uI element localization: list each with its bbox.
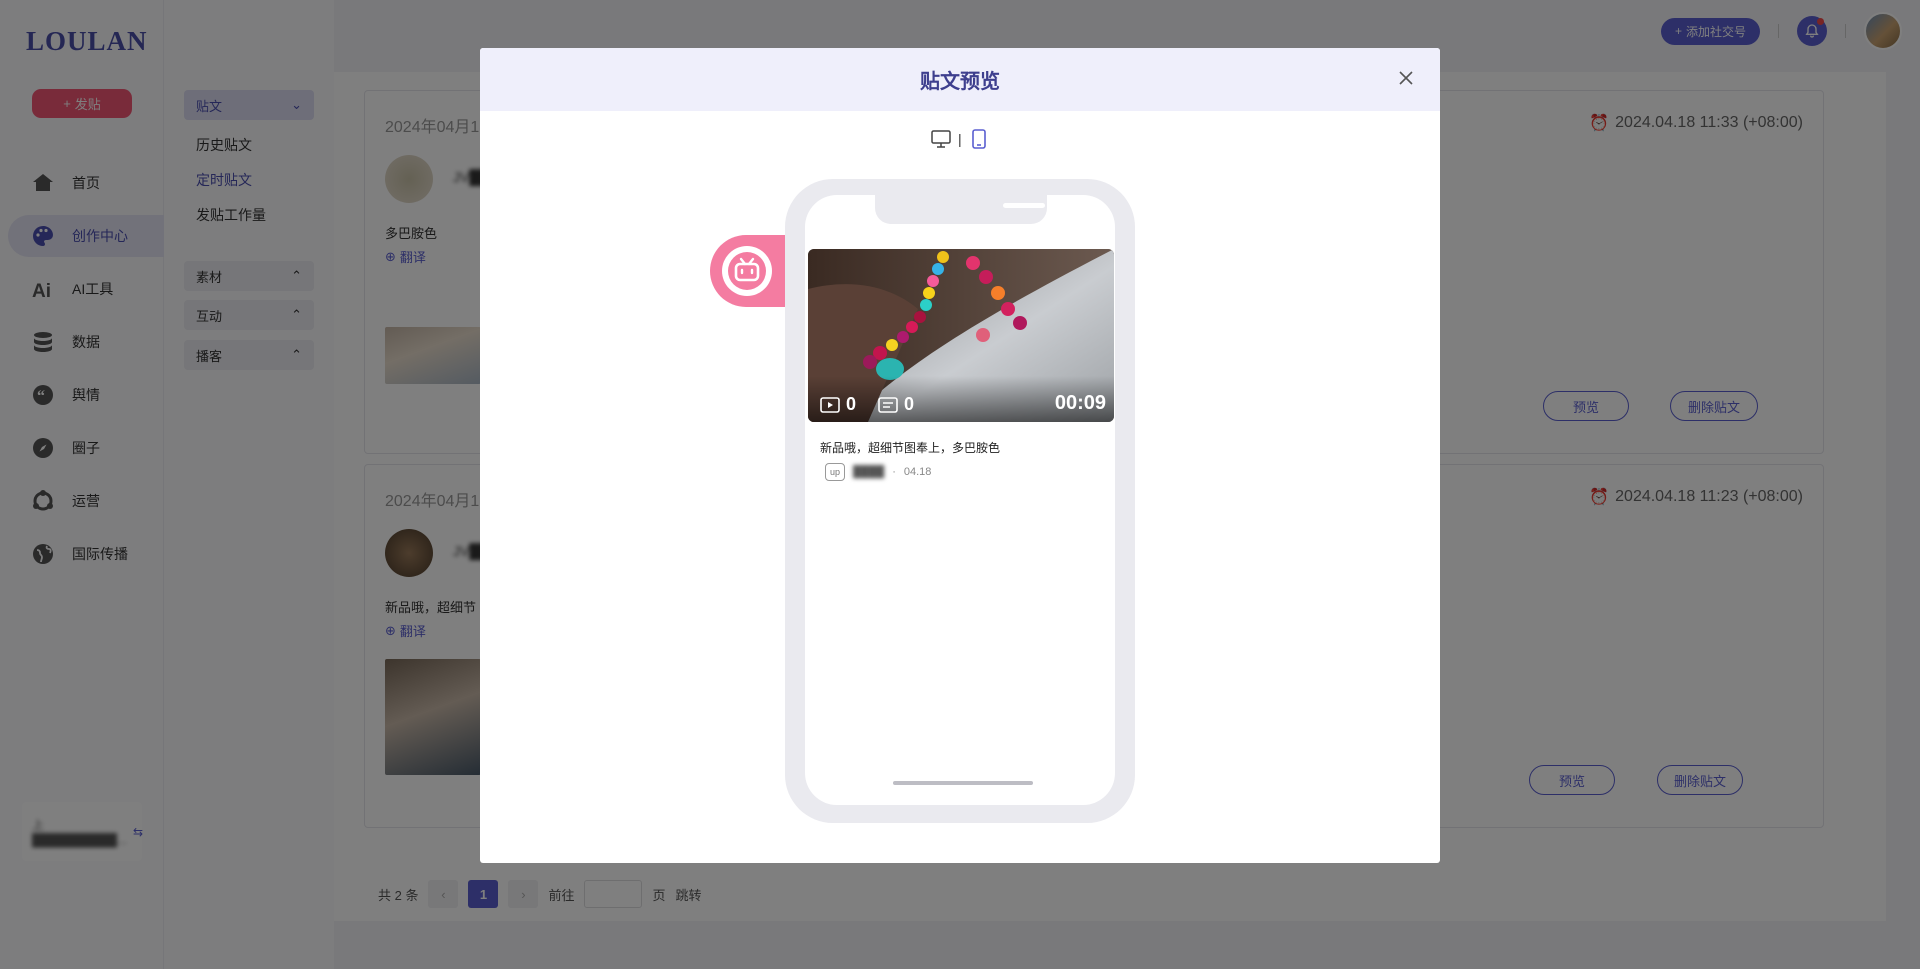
up-badge: up [825, 463, 845, 481]
phone-notch [875, 195, 1072, 224]
play-count-value: 0 [846, 394, 857, 414]
close-icon[interactable] [1394, 66, 1418, 90]
desktop-view-icon[interactable] [930, 128, 952, 150]
danmaku-icon [878, 396, 898, 413]
meta-separator: · [892, 466, 896, 478]
view-toggle: | [930, 128, 990, 150]
post-date: 04.18 [903, 466, 932, 478]
modal-title: 贴文预览 [920, 71, 1000, 93]
post-caption: 新品哦，超细节图奉上，多巴胺色 [820, 441, 1001, 455]
video-duration: 00:09 [1054, 392, 1106, 414]
play-icon [820, 396, 840, 413]
phone-mockup: 0 0 00:09 新品哦，超细节图奉上，多巴胺色 up ████ · 04.1… [785, 179, 1135, 823]
platform-tab[interactable] [710, 235, 790, 307]
phone-camera [1063, 201, 1072, 210]
uploader-name: ████ [853, 466, 885, 478]
phone-screen: 0 0 00:09 新品哦，超细节图奉上，多巴胺色 up ████ · 04.1… [805, 195, 1115, 805]
post-preview-modal: 贴文预览 | 0 0 00:09 新品哦，超细节图奉上，多巴胺色 up ████… [480, 48, 1440, 863]
comment-count: 0 [878, 394, 914, 415]
toggle-separator: | [958, 131, 962, 147]
phone-speaker [1003, 203, 1045, 208]
comment-count-value: 0 [904, 394, 915, 414]
play-count: 0 [820, 394, 856, 415]
post-meta: up ████ · 04.18 [825, 463, 931, 481]
video-thumbnail[interactable]: 0 0 00:09 [808, 249, 1114, 422]
modal-header: 贴文预览 [480, 48, 1440, 111]
mobile-view-icon[interactable] [968, 128, 990, 150]
home-indicator [893, 781, 1033, 785]
bilibili-icon [722, 246, 772, 296]
